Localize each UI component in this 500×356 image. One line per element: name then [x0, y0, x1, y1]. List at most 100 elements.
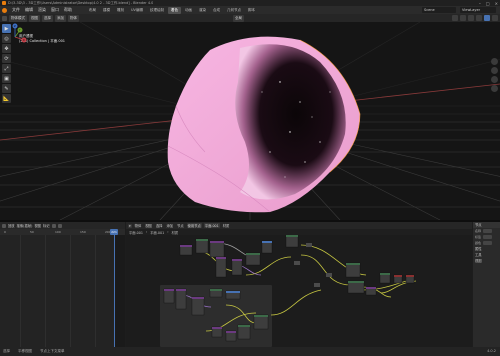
pan-icon[interactable] — [491, 67, 498, 74]
menu-render[interactable]: 渲染 — [36, 7, 48, 13]
measure-tool-icon[interactable]: 📐 — [2, 94, 11, 103]
navigation-gizmo[interactable]: X Y Z — [0, 22, 30, 52]
menu-select[interactable]: 选择 — [42, 14, 53, 22]
workspace-tab-modeling[interactable]: 建模 — [100, 7, 113, 14]
mode-selector[interactable]: 物体模式 — [9, 14, 27, 22]
name-field[interactable] — [483, 229, 493, 233]
workspace-tab-animation[interactable]: 动画 — [182, 7, 195, 14]
camera-view-icon[interactable] — [491, 76, 498, 83]
menu-window[interactable]: 窗口 — [49, 7, 61, 13]
rendered-shading-icon[interactable] — [492, 15, 498, 21]
property-label: 名称 — [475, 229, 482, 233]
ruler-tick: 0 — [4, 230, 6, 234]
label-field[interactable] — [483, 235, 493, 239]
menu-keying[interactable]: 抠像(插帧) — [17, 223, 33, 228]
material-slot[interactable]: 材质 — [222, 223, 231, 228]
node-editor-canvas[interactable] — [126, 235, 472, 347]
status-bar: 选择 平移视图 节点上下文菜单 4.0.2 — [0, 347, 500, 356]
menu-object[interactable]: 物体 — [68, 14, 79, 22]
workspace-tab-shading[interactable]: 着色 — [167, 6, 181, 14]
status-hint-pan: 平移视图 — [18, 349, 32, 353]
menu-add[interactable]: 添加 — [55, 14, 66, 22]
3d-viewport[interactable]: ▶ ◎ ✥ ⟳ ⤢ ▣ ✎ 📐 用户透视 (221) Collection | … — [0, 22, 500, 220]
grid-line — [95, 235, 96, 347]
zoom-icon[interactable] — [491, 58, 498, 65]
playhead[interactable] — [114, 235, 115, 347]
blender-logo-icon[interactable] — [2, 7, 7, 13]
shading-buttons — [452, 15, 498, 21]
chevron-right-icon: › — [145, 230, 148, 234]
annotate-tool-icon[interactable]: ✎ — [2, 84, 11, 93]
window-title: D:\3-3D\3 - 3D工作\Users\Administrator\Des… — [8, 0, 154, 5]
timeline-header: 回放 抠像(插帧) 视图 标记 — [0, 222, 125, 229]
grid-line — [20, 235, 21, 347]
color-field[interactable] — [483, 241, 493, 245]
breadcrumb-object: 平面.001 — [129, 230, 143, 235]
editor-type-icon[interactable] — [2, 223, 6, 228]
property-label: 标签 — [475, 235, 482, 239]
material-selector[interactable]: 平面.001 — [203, 223, 220, 228]
xray-toggle-icon[interactable] — [460, 15, 466, 21]
play-icon[interactable] — [51, 223, 56, 228]
scale-tool-icon[interactable]: ⤢ — [2, 64, 11, 73]
node-editor-header: ▾ 物体 视图 选择 添加 节点 使用节点 平面.001 材质 — [126, 222, 472, 229]
gizmo-z-label: Z — [14, 24, 16, 28]
status-hint-context: 节点上下文菜单 — [40, 349, 65, 353]
out-of-range-shade — [114, 235, 125, 347]
use-nodes-checkbox[interactable]: 使用节点 — [186, 223, 202, 228]
menu-edit[interactable]: 编辑 — [23, 7, 35, 13]
ruler-tick: 100 — [55, 230, 61, 234]
version-label: 4.0.2 — [487, 349, 496, 353]
pink-shell-object — [167, 36, 361, 213]
ruler-tick: 150 — [80, 230, 86, 234]
material-shading-icon[interactable] — [484, 15, 490, 21]
editor-type-icon[interactable]: ▾ — [128, 223, 132, 228]
breadcrumb-material: 材质 — [171, 230, 179, 235]
node-graph — [126, 235, 472, 347]
workspace-tab-scripting[interactable]: 脚本 — [245, 7, 258, 14]
overlay-toggle-icon[interactable] — [452, 15, 458, 21]
menu-object[interactable]: 物体 — [134, 223, 143, 228]
view-layer-selector[interactable]: ViewLayer — [460, 7, 496, 13]
menu-playback[interactable]: 回放 — [8, 223, 15, 228]
rotate-tool-icon[interactable]: ⟳ — [2, 54, 11, 63]
viewport-header: 物体模式 视图 选择 添加 物体 全局 — [0, 14, 500, 22]
workspace-tab-compositing[interactable]: 合成 — [210, 7, 223, 14]
workspace-tab-layout[interactable]: 布局 — [86, 7, 99, 14]
viewport-scene — [0, 22, 500, 220]
grid-line — [70, 235, 71, 347]
menu-view[interactable]: 视图 — [29, 14, 40, 22]
status-hint-select: 选择 — [3, 349, 10, 353]
workspace-tab-geometry-nodes[interactable]: 几何节点 — [224, 7, 244, 14]
gizmo-y-label: Y — [19, 28, 21, 32]
workspace-tab-sculpting[interactable]: 雕刻 — [114, 7, 127, 14]
nav-buttons — [491, 58, 498, 92]
transform-tool-icon[interactable]: ▣ — [2, 74, 11, 83]
menu-select[interactable]: 选择 — [155, 223, 164, 228]
menu-help[interactable]: 帮助 — [62, 7, 74, 13]
menu-marker[interactable]: 标记 — [43, 223, 50, 228]
menu-add[interactable]: 添加 — [165, 223, 174, 228]
next-frame-icon[interactable] — [57, 223, 62, 228]
scene-selector[interactable]: Scene — [422, 7, 456, 13]
workspace-tab-rendering[interactable]: 渲染 — [196, 7, 209, 14]
wireframe-shading-icon[interactable] — [468, 15, 474, 21]
grid-line — [45, 235, 46, 347]
editor-type-icon[interactable] — [2, 15, 7, 21]
menu-view[interactable]: 视图 — [144, 223, 153, 228]
transform-orientation[interactable]: 全局 — [233, 14, 244, 22]
workspace-tab-texture-paint[interactable]: 纹理绘制 — [147, 7, 167, 14]
tab-view[interactable]: 视图 — [473, 258, 500, 264]
property-label: 颜色 — [475, 241, 482, 245]
gizmo-x-label: X — [23, 38, 25, 42]
solid-shading-icon[interactable] — [476, 15, 482, 21]
menu-node[interactable]: 节点 — [176, 223, 185, 228]
timeline-body[interactable] — [0, 235, 125, 347]
blender-app-icon — [2, 1, 6, 5]
perspective-toggle-icon[interactable] — [491, 85, 498, 92]
node-properties-panel: 节点 名称 标签 颜色 属性 工具 视图 — [473, 222, 500, 347]
menu-file[interactable]: 文件 — [10, 7, 22, 13]
workspace-tab-uv[interactable]: UV编辑 — [128, 7, 146, 14]
top-menubar: 文件 编辑 渲染 窗口 帮助 布局 建模 雕刻 UV编辑 纹理绘制 着色 动画 … — [0, 6, 500, 14]
menu-view[interactable]: 视图 — [34, 223, 41, 228]
